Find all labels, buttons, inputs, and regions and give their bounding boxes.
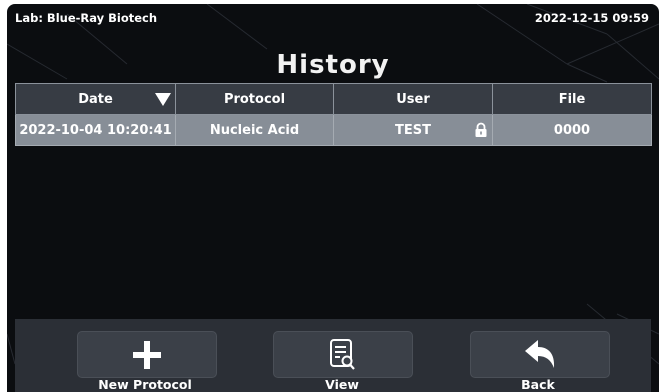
column-header-file[interactable]: File: [492, 83, 652, 115]
sort-descending-icon[interactable]: [155, 93, 171, 106]
back-button[interactable]: [470, 331, 610, 378]
cell-file: 0000: [492, 114, 652, 146]
page-title: History: [276, 50, 390, 80]
column-header-date[interactable]: Date: [15, 83, 176, 115]
lab-name: Lab: Blue-Ray Biotech: [15, 11, 158, 25]
cell-protocol: Nucleic Acid: [175, 114, 334, 146]
view-button[interactable]: [273, 331, 413, 378]
column-header-protocol[interactable]: Protocol: [175, 83, 334, 115]
column-header-label: Date: [78, 91, 113, 107]
table-header-row: Date Protocol User File: [15, 83, 652, 115]
datetime: 2022-12-15 09:59: [534, 11, 649, 25]
back-arrow-icon: [525, 339, 555, 368]
bottom-toolbar: New Protocol View Back: [15, 319, 651, 392]
table-row[interactable]: 2022-10-04 10:20:41 Nucleic Acid TEST 00…: [15, 114, 652, 146]
plus-icon: [133, 340, 161, 369]
device-screen: Lab: Blue-Ray Biotech 2022-12-15 09:59 H…: [7, 4, 659, 392]
document-search-icon: [330, 338, 355, 370]
new-protocol-label[interactable]: New Protocol: [55, 377, 235, 392]
lock-icon: [475, 122, 487, 137]
view-label[interactable]: View: [252, 377, 432, 392]
column-header-label: User: [396, 91, 430, 107]
new-protocol-button[interactable]: [77, 331, 217, 378]
column-header-user[interactable]: User: [333, 83, 493, 115]
cell-user-label: TEST: [395, 122, 431, 138]
column-header-label: File: [558, 91, 586, 107]
history-table: Date Protocol User File 2022-10-04 10:20…: [15, 83, 652, 146]
cell-user: TEST: [333, 114, 493, 146]
cell-date: 2022-10-04 10:20:41: [15, 114, 176, 146]
column-header-label: Protocol: [223, 91, 286, 107]
back-label[interactable]: Back: [448, 377, 628, 392]
